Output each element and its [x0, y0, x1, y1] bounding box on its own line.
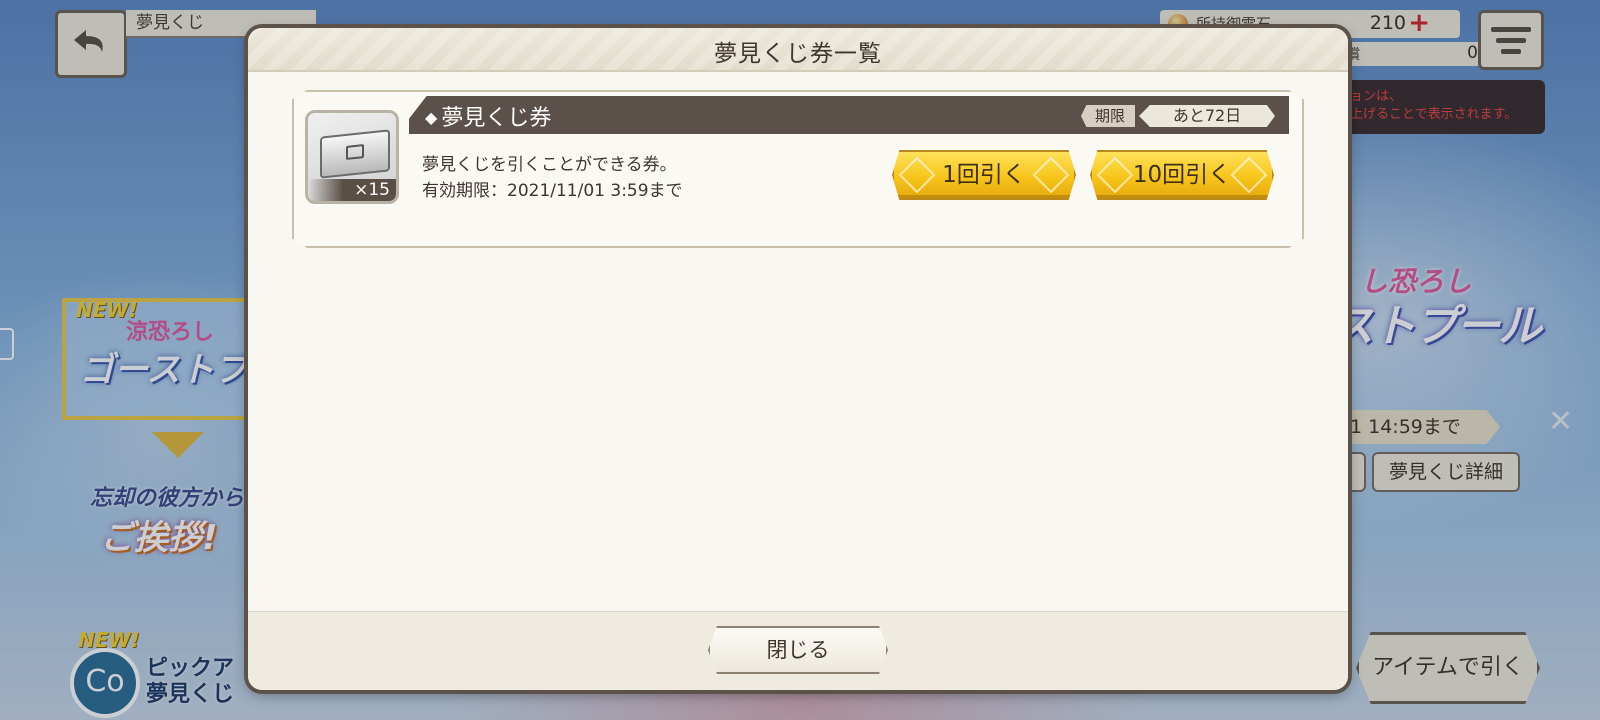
draw-ten-button[interactable]: 10回引く — [1090, 150, 1274, 200]
ticket-list-modal: 夢見くじ券一覧 ◆ 夢見くじ券 期限 あと72日 ×15 夢見くじを引くことができ… — [248, 28, 1348, 690]
draw-once-button[interactable]: 1回引く — [892, 150, 1076, 200]
diamond-deco-icon — [898, 156, 936, 194]
ticket-expiry: 有効期限：2021/11/01 3:59まで — [422, 181, 683, 201]
ticket-header: ◆ 夢見くじ券 期限 あと72日 — [409, 96, 1289, 134]
diamond-deco-icon — [1032, 156, 1070, 194]
limit-value: あと72日 — [1139, 105, 1275, 127]
draw-once-label: 1回引く — [942, 162, 1026, 188]
ticket-card: ◆ 夢見くじ券 期限 あと72日 ×15 夢見くじを引くことができる券。 有効期限… — [292, 90, 1304, 248]
modal-footer: 閉じる — [248, 611, 1348, 690]
modal-header: 夢見くじ券一覧 — [248, 28, 1348, 72]
limit-label: 期限 — [1080, 105, 1135, 127]
ticket-description: 夢見くじを引くことができる券。 — [422, 155, 677, 175]
modal-title: 夢見くじ券一覧 — [714, 41, 882, 67]
diamond-deco-icon — [1230, 156, 1268, 194]
close-button[interactable]: 閉じる — [708, 626, 888, 674]
ticket-icon: ×15 — [305, 110, 399, 204]
ticket-name-row: ◆ 夢見くじ券 — [425, 100, 551, 132]
ticket-name: 夢見くじ券 — [441, 106, 552, 131]
ticket-count: ×15 — [308, 179, 396, 201]
diamond-deco-icon — [1096, 156, 1134, 194]
draw-ten-label: 10回引く — [1132, 162, 1232, 188]
diamond-icon: ◆ — [425, 108, 438, 127]
ticket-graphic-icon — [320, 129, 390, 179]
